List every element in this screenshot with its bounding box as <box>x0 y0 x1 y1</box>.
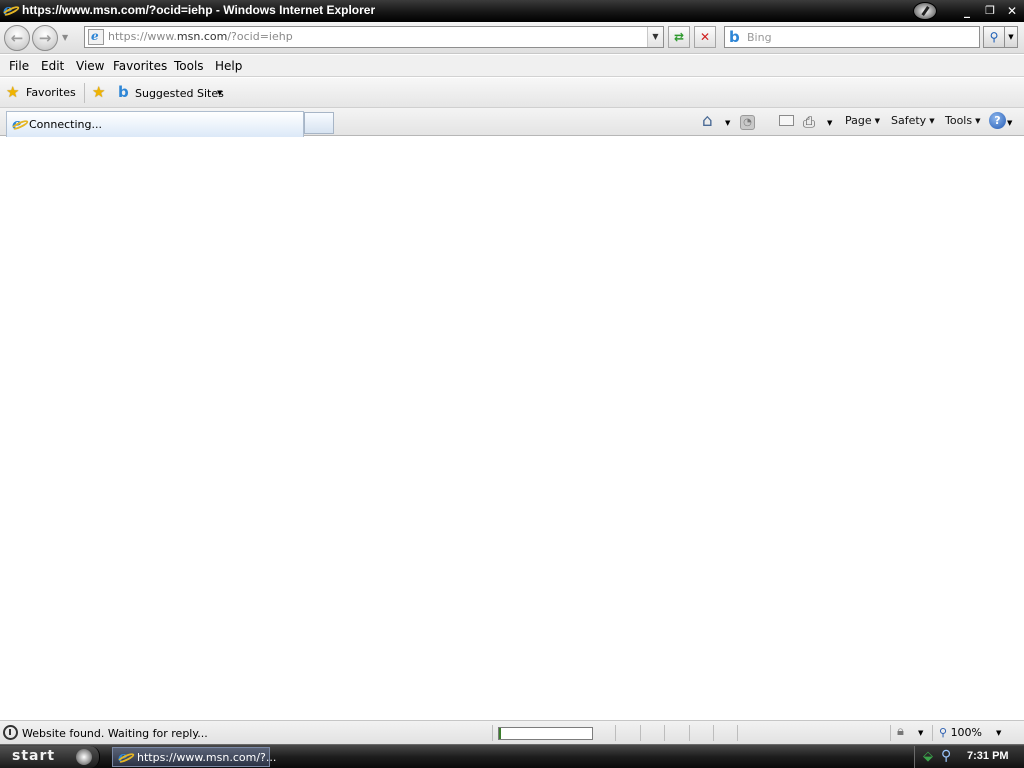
zoom-magnifier-icon: ⚲ <box>939 726 948 739</box>
status-divider <box>664 725 665 741</box>
forward-button[interactable]: → <box>32 25 58 51</box>
add-to-favorites-bar-icon[interactable]: ★ <box>92 83 105 101</box>
search-placeholder: Bing <box>747 31 772 44</box>
back-arrow-icon: ← <box>10 29 24 47</box>
menu-bar: File Edit View Favorites Tools Help <box>0 55 1024 77</box>
read-mail-icon[interactable] <box>779 115 794 126</box>
search-tray-icon[interactable]: ⚲ <box>941 748 951 764</box>
minimize-button[interactable]: _ <box>958 3 976 19</box>
menu-edit[interactable]: Edit <box>41 59 64 73</box>
address-bar[interactable]: e https://www.msn.com/?ocid=iehp ▼ <box>84 26 664 48</box>
menu-view[interactable]: View <box>76 59 104 73</box>
tab-row: e Connecting... ⌂ ▼ ◔ ⎙ ▼ Page ▼ Safety ▼ … <box>0 108 1024 137</box>
taskbar-ie-button[interactable]: e https://www.msn.com/?... <box>112 747 276 767</box>
page-content[interactable] <box>0 137 1024 720</box>
protected-mode-dropdown-icon[interactable]: ▼ <box>918 729 923 737</box>
clock[interactable]: 7:31 PM <box>967 750 1009 762</box>
address-dropdown-icon[interactable]: ▼ <box>647 27 663 47</box>
system-tray: ⬙ ⚲ 7:31 PM <box>914 746 1024 768</box>
forward-arrow-icon: → <box>38 29 52 47</box>
help-icon[interactable]: ? <box>989 112 1006 129</box>
zoom-dropdown-icon[interactable]: ▼ <box>996 729 1001 737</box>
menu-file[interactable]: File <box>9 59 29 73</box>
stop-button[interactable]: ✕ <box>694 26 716 48</box>
menu-favorites[interactable]: Favorites <box>113 59 167 73</box>
progress-bar <box>498 727 593 740</box>
print-dropdown-icon[interactable]: ▼ <box>827 119 832 127</box>
zoom-level: 100% <box>950 726 983 739</box>
magnifier-icon: ⚲ <box>989 30 999 44</box>
status-divider <box>689 725 690 741</box>
close-button[interactable]: ✕ <box>1003 3 1021 19</box>
help-dropdown-icon[interactable]: ▼ <box>1007 119 1012 127</box>
bing-icon: b <box>729 28 740 46</box>
home-dropdown-icon[interactable]: ▼ <box>725 119 730 127</box>
title-bar[interactable]: e https://www.msn.com/?ocid=iehp - Windo… <box>0 0 1024 22</box>
feeds-icon[interactable]: ◔ <box>740 115 755 130</box>
favorites-label: Favorites <box>26 86 76 99</box>
search-button[interactable]: ⚲ <box>983 26 1005 48</box>
favorites-bar: ★ Favorites ★ b Suggested Sites ▼ <box>0 78 1024 108</box>
taskbar: start e https://www.msn.com/?... ⬙ ⚲ 7:3… <box>0 744 1024 768</box>
status-divider <box>932 725 933 741</box>
status-divider <box>713 725 714 741</box>
search-options-dropdown-icon[interactable]: ▼ <box>1005 26 1018 48</box>
menu-tools[interactable]: Tools <box>174 59 204 73</box>
print-icon[interactable]: ⎙ <box>803 113 815 131</box>
page-icon: e <box>88 29 104 45</box>
status-divider <box>615 725 616 741</box>
address-url[interactable]: https://www.msn.com/?ocid=iehp <box>108 30 293 43</box>
suggested-sites-label: Suggested Sites <box>135 87 224 100</box>
taskbar-ie-label: https://www.msn.com/?... <box>137 751 277 764</box>
menu-help[interactable]: Help <box>215 59 242 73</box>
search-input[interactable]: b Bing <box>724 26 980 48</box>
start-button[interactable]: start <box>0 746 100 768</box>
bing-icon: b <box>118 83 129 101</box>
new-tab-button[interactable] <box>304 112 334 134</box>
status-divider <box>492 725 493 741</box>
ie-logo-icon: e <box>1 1 21 19</box>
status-bar: Website found. Waiting for reply... 🔒︎ ▼… <box>0 720 1024 744</box>
compatibility-refresh-button[interactable]: ⇄ <box>668 26 690 48</box>
windows-orb-icon <box>76 749 92 765</box>
suggested-sites-button[interactable]: b Suggested Sites ▼ <box>116 82 228 104</box>
favorites-button[interactable]: ★ Favorites <box>4 82 80 104</box>
status-text: Website found. Waiting for reply... <box>22 727 208 740</box>
loading-clock-icon <box>3 725 18 740</box>
tab-connecting[interactable]: e Connecting... <box>6 111 304 137</box>
back-button[interactable]: ← <box>4 25 30 51</box>
progress-fill <box>499 728 501 739</box>
tab-label: Connecting... <box>29 118 102 131</box>
safety-menu-button[interactable]: Safety ▼ <box>891 114 935 127</box>
ie-tab-icon: e <box>10 115 30 133</box>
window-title: https://www.msn.com/?ocid=iehp - Windows… <box>22 3 376 17</box>
recent-pages-dropdown-icon[interactable]: ▼ <box>62 33 68 42</box>
windows-orb-icon <box>913 2 937 20</box>
home-icon[interactable]: ⌂ <box>702 111 713 131</box>
start-label: start <box>12 748 56 764</box>
tools-menu-button[interactable]: Tools ▼ <box>945 114 981 127</box>
network-icon[interactable]: ⬙ <box>923 749 933 764</box>
favorites-divider <box>84 83 85 103</box>
zoom-level-button[interactable]: ⚲ 100% <box>939 726 982 739</box>
protected-mode-icon[interactable]: 🔒︎ <box>897 724 904 739</box>
ie-taskbar-icon: e <box>116 748 136 766</box>
restore-button[interactable]: ❐ <box>981 3 999 19</box>
status-divider <box>890 725 891 741</box>
status-divider <box>640 725 641 741</box>
status-divider <box>737 725 738 741</box>
favorites-star-icon: ★ <box>6 83 20 101</box>
page-menu-button[interactable]: Page ▼ <box>845 114 880 127</box>
navigation-bar: ← → ▼ e https://www.msn.com/?ocid=iehp ▼… <box>0 22 1024 54</box>
chevron-down-icon: ▼ <box>217 89 223 97</box>
